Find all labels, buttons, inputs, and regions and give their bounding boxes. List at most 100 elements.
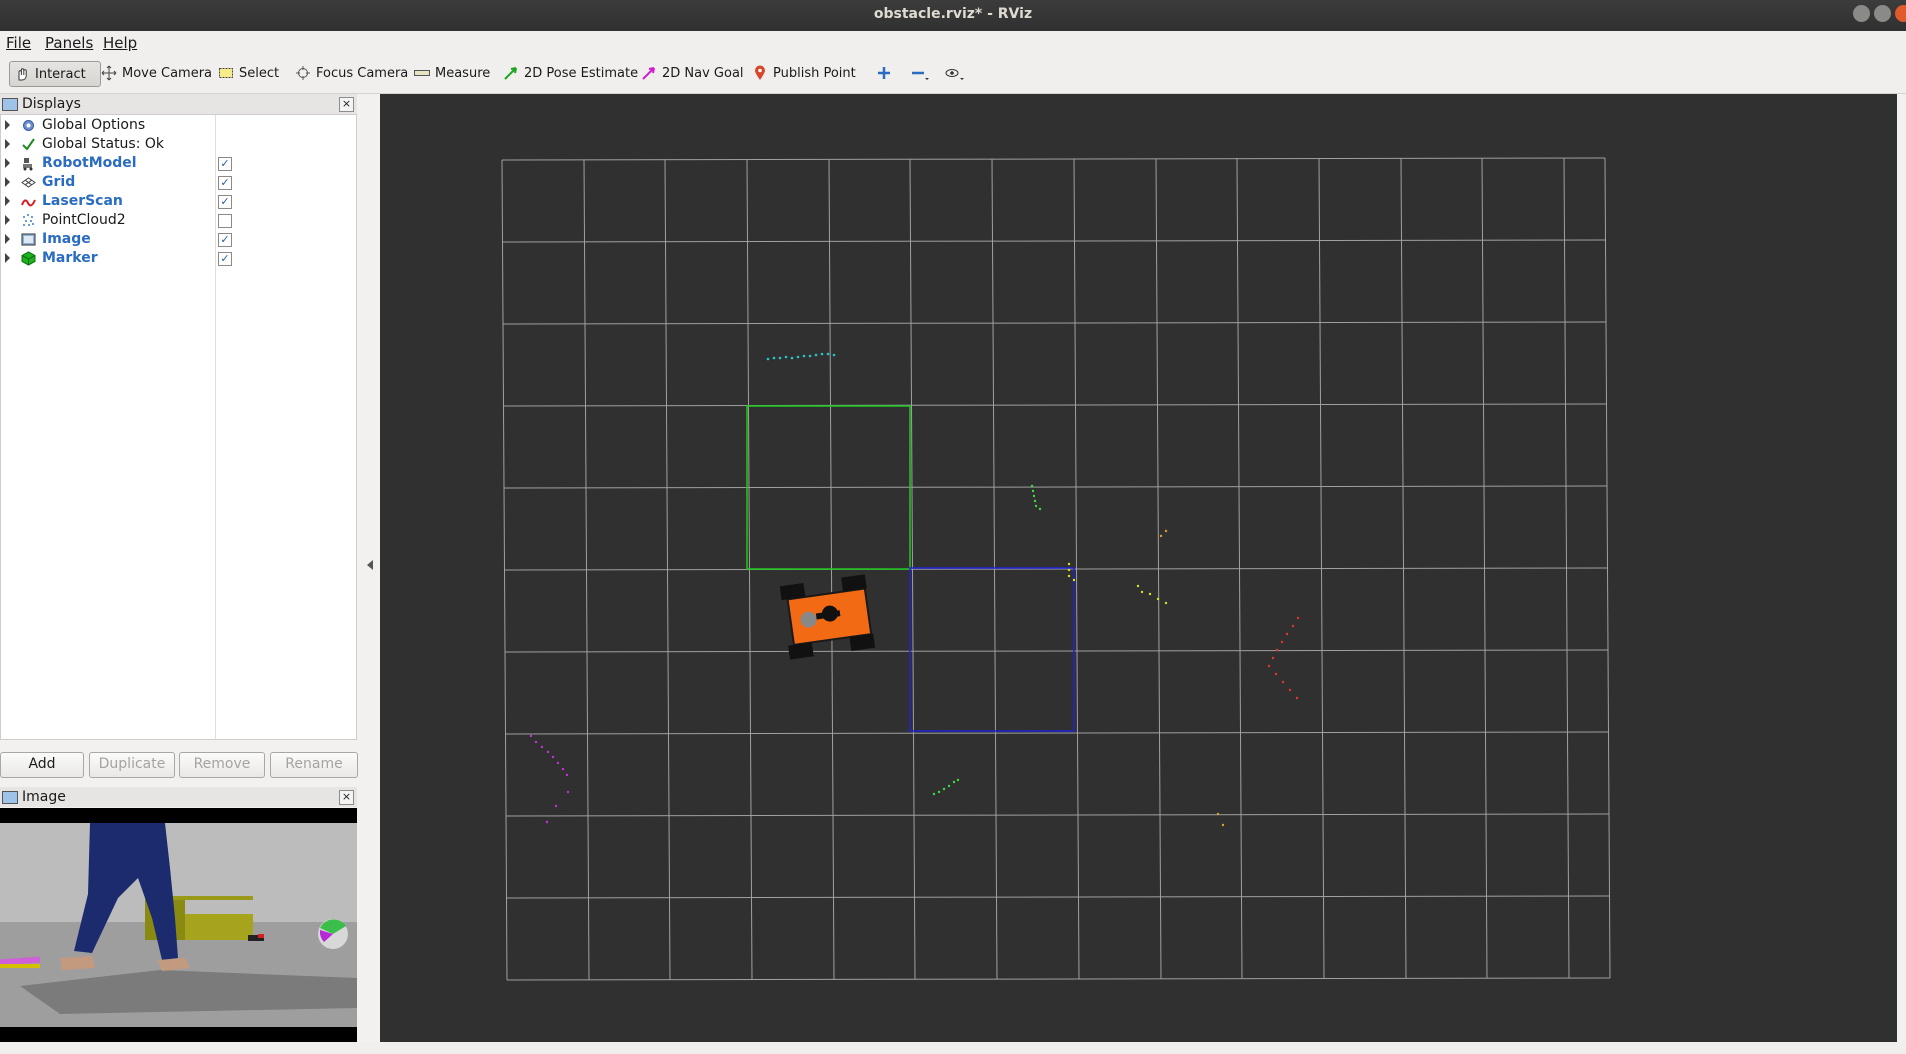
displays-panel-title: Displays × [0,94,357,114]
expand-arrow-icon[interactable] [5,234,10,244]
menu-file[interactable]: File [6,34,31,52]
menu-help-label: Help [103,34,138,52]
laser-scan-points [529,352,1300,827]
expand-arrow-icon[interactable] [5,139,10,149]
display-row-grid[interactable]: Grid ✓ [1,173,356,192]
display-row-robotmodel[interactable]: RobotModel ✓ [1,154,356,173]
display-enabled-checkbox[interactable]: ✓ [218,195,232,209]
hand-pointer-icon [18,68,27,81]
image-panel-title: Image × [0,787,357,807]
expand-arrow-icon[interactable] [5,177,10,187]
window-title: obstacle.rviz* - RViz [873,6,1033,22]
display-row-global-status[interactable]: Global Status: Ok [1,135,356,154]
display-enabled-checkbox[interactable]: ✓ [218,252,232,266]
display-label: Image [42,231,91,247]
display-label: Grid [42,174,76,190]
expand-arrow-icon[interactable] [5,215,10,225]
gear-icon [23,120,34,131]
robot-model-icon [23,158,33,171]
tool-visibility-button[interactable] [941,61,969,85]
menu-panels-label: Panels [45,34,94,52]
maximize-button[interactable] [1874,5,1891,22]
minimize-button[interactable] [1853,5,1870,22]
display-label: PointCloud2 [42,212,126,228]
display-label: RobotModel [42,155,137,171]
focus-target-icon [296,66,310,80]
selection-box-icon [219,68,233,78]
displays-tree: Global Options Global Status: Ok RobotMo… [0,114,357,740]
display-enabled-checkbox[interactable]: ✓ [218,176,232,190]
display-label: LaserScan [42,193,123,209]
tools-toolbar: Interact Move Camera Select Focus Camera… [0,53,1906,94]
menu-bar: File Panels Help [0,31,1906,53]
add-display-button[interactable]: Add [0,752,84,778]
display-label: Marker [42,250,98,266]
scene-canvas[interactable] [380,94,1897,1042]
menu-help[interactable]: Help [103,34,137,52]
tool-publish-point[interactable]: Publish Point [748,61,860,85]
expand-arrow-icon[interactable] [5,120,10,130]
render-3d-view[interactable] [380,94,1897,1042]
window-titlebar: obstacle.rviz* - RViz [0,0,1906,31]
display-row-marker[interactable]: Marker ✓ [1,249,356,268]
tool-publish-point-label: Publish Point [773,65,856,81]
tool-measure-label: Measure [435,65,491,81]
remove-tool-button[interactable] [906,61,934,85]
marker-icon [21,251,36,266]
tool-focus-camera[interactable]: Focus Camera [291,61,412,85]
status-bar [0,1042,1906,1054]
expand-arrow-icon[interactable] [5,196,10,206]
tool-2d-nav-goal-label: 2D Nav Goal [662,65,744,81]
camera-scene [0,808,357,1042]
expand-arrow-icon[interactable] [5,158,10,168]
close-window-button[interactable] [1895,5,1906,22]
blue-square-marker [909,567,1075,732]
image-panel-close-button[interactable]: × [339,790,354,805]
plus-icon [878,67,890,79]
image-panel-icon [2,791,18,804]
tool-interact[interactable]: Interact [9,61,101,87]
tool-move-camera[interactable]: Move Camera [97,61,216,85]
laser-scan-icon [21,199,36,207]
monitor-icon [2,98,18,111]
image-panel-label: Image [22,789,66,805]
tool-interact-label: Interact [35,66,86,82]
point-cloud-icon [23,214,34,226]
displays-close-button[interactable]: × [339,97,354,112]
menu-panels[interactable]: Panels [45,34,93,52]
green-arrow-icon [504,67,517,80]
display-enabled-checkbox[interactable]: ✓ [218,233,232,247]
display-row-laserscan[interactable]: LaserScan ✓ [1,192,356,211]
menu-file-label: File [6,34,32,52]
display-label: Global Status: Ok [42,136,165,152]
display-enabled-checkbox[interactable] [218,214,232,228]
tool-2d-pose-estimate[interactable]: 2D Pose Estimate [499,61,642,85]
checkmark-icon [22,138,35,151]
display-enabled-checkbox[interactable]: ✓ [218,157,232,171]
display-label: Global Options [42,117,146,133]
tool-focus-camera-label: Focus Camera [316,65,409,81]
ground-grid [501,157,1611,981]
tool-move-camera-label: Move Camera [122,65,213,81]
move-arrows-icon [101,65,117,81]
add-tool-button[interactable] [872,61,896,85]
display-row-pointcloud2[interactable]: PointCloud2 [1,211,356,230]
tool-select[interactable]: Select [214,61,283,85]
remove-display-button[interactable]: Remove [179,752,265,778]
display-row-global-options[interactable]: Global Options [1,116,356,135]
collapse-left-panel-handle[interactable] [367,560,373,570]
minus-icon [912,71,929,80]
eye-icon [945,69,964,80]
image-icon [21,233,36,246]
duplicate-display-button[interactable]: Duplicate [89,752,175,778]
tool-select-label: Select [239,65,280,81]
rename-display-button[interactable]: Rename [270,752,358,778]
displays-title: Displays [22,96,81,112]
tool-measure[interactable]: Measure [410,61,494,85]
expand-arrow-icon[interactable] [5,253,10,263]
camera-image-view [0,808,357,1042]
tool-2d-pose-estimate-label: 2D Pose Estimate [524,65,639,81]
display-row-image[interactable]: Image ✓ [1,230,356,249]
location-pin-icon [755,65,765,80]
tool-2d-nav-goal[interactable]: 2D Nav Goal [637,61,748,85]
